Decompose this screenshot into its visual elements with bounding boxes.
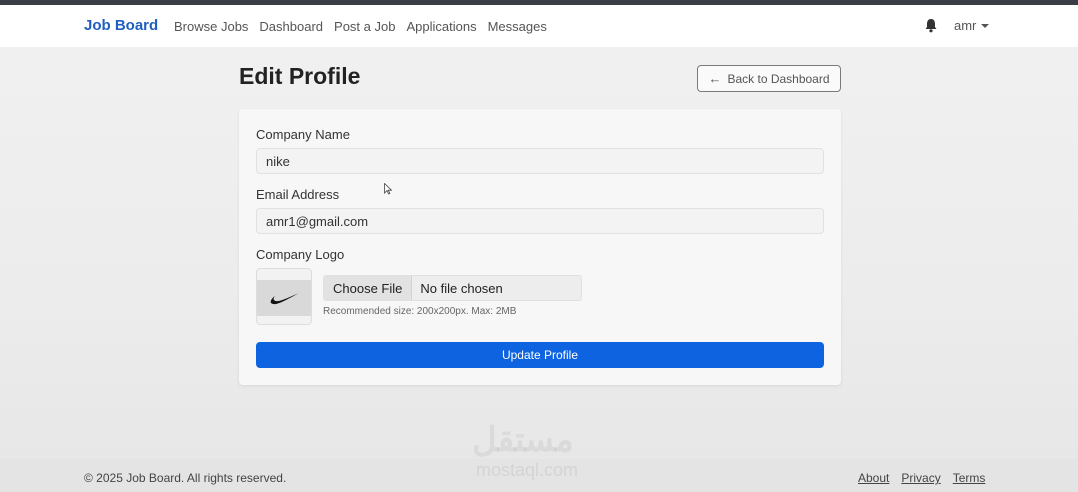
nav-post-job[interactable]: Post a Job (334, 19, 395, 34)
nav-dashboard[interactable]: Dashboard (259, 19, 323, 34)
update-profile-button[interactable]: Update Profile (256, 342, 824, 368)
watermark-logo: مستقل (472, 421, 574, 459)
back-to-dashboard-button[interactable]: ← Back to Dashboard (697, 65, 841, 92)
profile-form-card: Company Name nike Email Address amr1@gma… (239, 109, 841, 385)
nike-swoosh-icon (257, 280, 311, 316)
logo-size-hint: Recommended size: 200x200px. Max: 2MB (323, 306, 517, 317)
company-logo-label: Company Logo (256, 247, 345, 262)
brand-logo[interactable]: Job Board (84, 17, 158, 34)
mouse-cursor-icon (384, 182, 393, 200)
footer-links: About Privacy Terms (858, 471, 985, 485)
company-name-field[interactable]: nike (256, 148, 824, 174)
username: amr (954, 18, 977, 33)
logo-preview (256, 268, 312, 325)
page-title: Edit Profile (239, 63, 361, 89)
logo-file-input[interactable]: Choose File No file chosen (323, 275, 582, 301)
bell-icon[interactable] (924, 18, 938, 33)
file-status: No file chosen (420, 280, 503, 296)
user-menu[interactable]: amr (954, 18, 990, 33)
footer-terms-link[interactable]: Terms (953, 471, 986, 485)
navbar: Job Board Browse Jobs Dashboard Post a J… (0, 5, 1078, 47)
nav-applications[interactable]: Applications (406, 19, 476, 34)
nav-browse-jobs[interactable]: Browse Jobs (174, 19, 248, 34)
caret-down-icon (981, 23, 990, 28)
back-button-label: Back to Dashboard (727, 71, 830, 86)
choose-file-button[interactable]: Choose File (324, 276, 413, 300)
arrow-left-icon: ← (708, 71, 722, 86)
nav-messages[interactable]: Messages (488, 19, 547, 34)
footer-about-link[interactable]: About (858, 471, 889, 485)
copyright-text: © 2025 Job Board. All rights reserved. (84, 471, 287, 485)
watermark-url: mostaql.com (476, 460, 579, 480)
email-field[interactable]: amr1@gmail.com (256, 208, 824, 234)
footer-privacy-link[interactable]: Privacy (901, 471, 940, 485)
nav-links: Browse Jobs Dashboard Post a Job Applica… (174, 19, 547, 34)
company-name-label: Company Name (256, 127, 350, 142)
email-label: Email Address (256, 187, 340, 202)
